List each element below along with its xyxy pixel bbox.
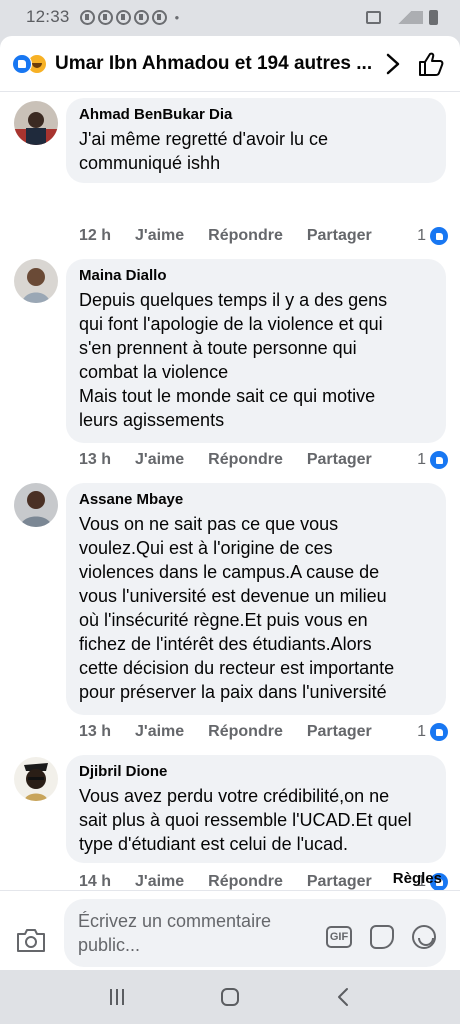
comment-actions: 13 h J'aime Répondre Partager	[79, 451, 396, 469]
comment-author[interactable]: Maina Diallo	[79, 267, 432, 284]
comment-author[interactable]: Ahmad BenBukar Dia	[79, 106, 432, 123]
reply-button[interactable]: Répondre	[208, 227, 283, 245]
like-reaction-icon	[430, 723, 448, 741]
alarm-icon	[366, 10, 381, 24]
comment-bubble[interactable]: Djibril Dione Vous avez perdu votre créd…	[66, 755, 446, 863]
comment-time: 13 h	[79, 723, 112, 740]
reply-button[interactable]: Répondre	[208, 873, 283, 891]
comment-like-count[interactable]: 1	[417, 227, 448, 245]
avatar[interactable]	[14, 757, 58, 801]
like-comment-button[interactable]: J'aime	[135, 227, 184, 245]
comment-bubble[interactable]: Assane Mbaye Vous on ne sait pas ce que …	[66, 483, 446, 715]
like-post-button[interactable]	[416, 49, 446, 79]
share-button[interactable]: Partager	[307, 227, 372, 245]
notification-icon	[115, 9, 131, 25]
comment-text: J'ai même regretté d'avoir lu ce communi…	[79, 129, 328, 173]
reply-button[interactable]: Répondre	[208, 723, 283, 741]
comment-actions: 14 h J'aime Répondre Partager	[79, 873, 396, 891]
comment-sort-button[interactable]: Règles	[393, 870, 442, 887]
avatar[interactable]	[14, 101, 58, 145]
gif-icon[interactable]: GIF	[326, 926, 352, 948]
comment-bubble[interactable]: Maina Diallo Depuis quelques temps il y …	[66, 259, 446, 443]
camera-icon[interactable]	[16, 927, 46, 955]
chevron-right-icon[interactable]	[378, 49, 408, 79]
like-count: 1	[417, 723, 426, 740]
comment-author[interactable]: Assane Mbaye	[79, 491, 432, 508]
thumbs-up-icon	[419, 52, 444, 76]
composer-icons: GIF	[326, 925, 436, 949]
avatar[interactable]	[14, 483, 58, 527]
notification-icon	[97, 9, 113, 25]
comment-input[interactable]: Écrivez un commentaire public... GIF	[64, 899, 446, 967]
emoji-icon[interactable]	[412, 925, 436, 949]
like-comment-button[interactable]: J'aime	[135, 873, 184, 891]
recent-apps-icon	[109, 989, 124, 1005]
like-count: 1	[417, 227, 426, 244]
reaction-icons	[12, 53, 47, 74]
share-button[interactable]: Partager	[307, 451, 372, 469]
like-reaction-icon	[12, 53, 32, 74]
notification-icon	[133, 9, 149, 25]
home-icon	[220, 988, 239, 1006]
comment-time: 13 h	[79, 451, 112, 468]
reactions-header[interactable]: Umar Ibn Ahmadou et 194 autres ...	[0, 36, 460, 92]
status-time: 12:33	[26, 7, 70, 26]
comment-like-count[interactable]: 1	[417, 451, 448, 469]
back-icon	[338, 988, 349, 1006]
like-comment-button[interactable]: J'aime	[135, 723, 184, 741]
signal-icon	[387, 10, 423, 24]
comment-composer: Écrivez un commentaire public... GIF	[0, 890, 460, 970]
comment-bubble[interactable]: Ahmad BenBukar Dia J'ai même regretté d'…	[66, 98, 446, 183]
notification-icons	[79, 9, 167, 25]
share-button[interactable]: Partager	[307, 723, 372, 741]
comment-author[interactable]: Djibril Dione	[79, 763, 432, 780]
notification-icon	[151, 9, 167, 25]
comment-actions: 12 h J'aime Répondre Partager	[79, 227, 396, 245]
like-count: 1	[417, 451, 426, 468]
back-button[interactable]	[328, 982, 358, 1012]
comment-like-count[interactable]: 1	[417, 723, 448, 741]
comment-text: Depuis quelques temps il y a des gens qu…	[79, 290, 388, 430]
like-comment-button[interactable]: J'aime	[135, 451, 184, 469]
comment-time: 14 h	[79, 873, 112, 890]
like-reaction-icon	[430, 451, 448, 469]
comment-time: 12 h	[79, 227, 112, 244]
more-notifications-dot-icon: ●	[174, 12, 180, 22]
avatar[interactable]	[14, 259, 58, 303]
android-nav-bar	[0, 970, 460, 1024]
comments-sheet: Umar Ibn Ahmadou et 194 autres ... Ahmad…	[0, 36, 460, 970]
comment-text: Vous avez perdu votre crédibilité,on ne …	[79, 786, 412, 854]
reactions-summary[interactable]: Umar Ibn Ahmadou et 194 autres ...	[55, 53, 378, 75]
battery-icon	[429, 9, 438, 25]
share-button[interactable]: Partager	[307, 873, 372, 891]
sticker-icon[interactable]	[370, 925, 394, 949]
comment-actions: 13 h J'aime Répondre Partager	[79, 723, 396, 741]
like-reaction-icon	[430, 227, 448, 245]
recent-apps-button[interactable]	[102, 982, 132, 1012]
home-button[interactable]	[215, 982, 245, 1012]
status-bar: 12:33 ●	[0, 0, 460, 34]
reply-button[interactable]: Répondre	[208, 451, 283, 469]
notification-icon	[79, 9, 95, 25]
comment-text: Vous on ne sait pas ce que vous voulez.Q…	[79, 514, 395, 702]
